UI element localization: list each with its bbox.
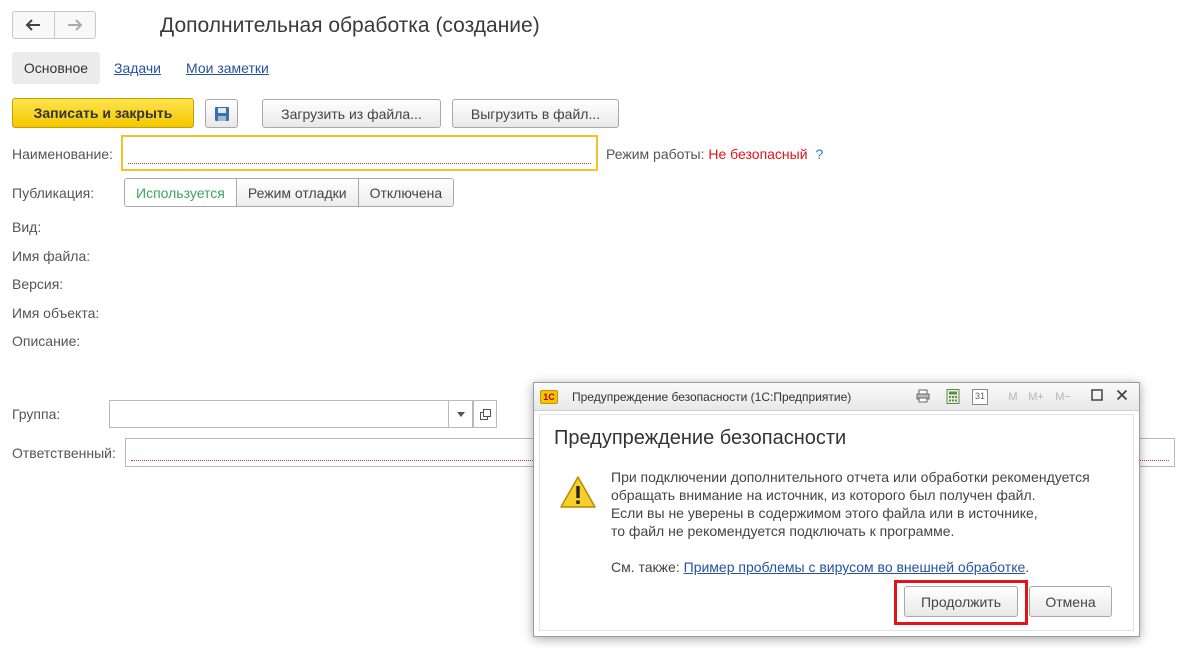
publication-switch: Используется Режим отладки Отключена <box>124 178 455 207</box>
dialog-heading: Предупреждение безопасности <box>554 427 847 449</box>
chevron-down-icon <box>456 411 465 417</box>
mode-value: Не безопасный <box>708 146 808 162</box>
description-label: Описание: <box>12 333 81 349</box>
mode-label: Режим работы: <box>606 146 705 162</box>
version-label: Версия: <box>12 276 64 292</box>
print-icon[interactable] <box>915 389 931 405</box>
page-title: Дополнительная обработка (создание) <box>160 14 540 37</box>
calendar-icon[interactable]: 31 <box>972 389 988 405</box>
arrow-right-icon <box>67 19 83 31</box>
memory-minus-icon[interactable]: M− <box>1051 389 1075 405</box>
filename-label: Имя файла: <box>12 248 91 264</box>
dialog-window-title: Предупреждение безопасности (1С:Предприя… <box>572 390 852 404</box>
back-button[interactable] <box>13 12 54 38</box>
see-also-label: См. также: <box>611 559 680 575</box>
load-from-file-button[interactable]: Загрузить из файла... <box>262 99 441 128</box>
object-name-label: Имя объекта: <box>12 305 100 321</box>
save-close-button[interactable]: Записать и закрыть <box>12 98 194 128</box>
warning-icon <box>560 476 596 508</box>
export-to-file-button[interactable]: Выгрузить в файл... <box>452 99 619 128</box>
close-icon[interactable] <box>1114 389 1130 405</box>
security-warning-dialog: 1С Предупреждение безопасности (1С:Предп… <box>533 382 1140 637</box>
maximize-icon[interactable] <box>1089 389 1105 405</box>
tab-main[interactable]: Основное <box>12 52 100 84</box>
publication-label: Публикация: <box>12 185 95 201</box>
memory-plus-icon[interactable]: M+ <box>1024 389 1048 405</box>
publication-option-disabled[interactable]: Отключена <box>357 179 454 206</box>
navigation-arrows <box>12 11 96 39</box>
calculator-icon[interactable] <box>945 389 961 405</box>
group-open-button[interactable] <box>473 400 497 428</box>
help-icon[interactable]: ? <box>815 146 823 162</box>
name-label: Наименование: <box>12 146 113 162</box>
save-button[interactable] <box>205 99 238 128</box>
dialog-message-line: При подключении дополнительного отчета и… <box>611 469 1090 485</box>
name-input[interactable] <box>121 135 598 171</box>
group-input[interactable] <box>109 400 473 428</box>
tab-tasks[interactable]: Задачи <box>114 60 161 76</box>
dialog-titlebar: 1С Предупреждение безопасности (1С:Предп… <box>534 383 1139 411</box>
1c-logo-icon: 1С <box>540 390 558 404</box>
dialog-message-line: обращать внимание на источник, из которо… <box>611 487 1036 503</box>
dialog-message-line: то файл не рекомендуется подключать к пр… <box>611 523 955 539</box>
forward-button[interactable] <box>53 12 96 38</box>
virus-example-link[interactable]: Пример проблемы с вирусом во внешней обр… <box>684 559 1026 575</box>
group-label: Группа: <box>12 406 61 422</box>
continue-button[interactable]: Продолжить <box>904 586 1018 617</box>
dialog-message-line: Если вы не уверены в содержимом этого фа… <box>611 505 1038 521</box>
arrow-left-icon <box>25 19 41 31</box>
publication-option-debug[interactable]: Режим отладки <box>235 179 358 206</box>
dialog-message: При подключении дополнительного отчета и… <box>611 468 1131 540</box>
cancel-button[interactable]: Отмена <box>1029 586 1112 617</box>
required-underline <box>128 163 591 164</box>
open-window-icon <box>479 408 491 420</box>
see-also-period: . <box>1025 559 1030 575</box>
memory-icon[interactable]: M <box>1005 389 1021 405</box>
floppy-disk-icon <box>214 106 229 121</box>
mode-row: Режим работы: Не безопасный ? <box>606 146 823 162</box>
see-also: См. также: Пример проблемы с вирусом во … <box>611 559 1029 575</box>
publication-option-used[interactable]: Используется <box>125 179 236 206</box>
responsible-label: Ответственный: <box>12 445 116 461</box>
kind-label: Вид: <box>12 219 42 235</box>
group-dropdown-button[interactable] <box>448 400 473 428</box>
tab-notes[interactable]: Мои заметки <box>186 60 269 76</box>
